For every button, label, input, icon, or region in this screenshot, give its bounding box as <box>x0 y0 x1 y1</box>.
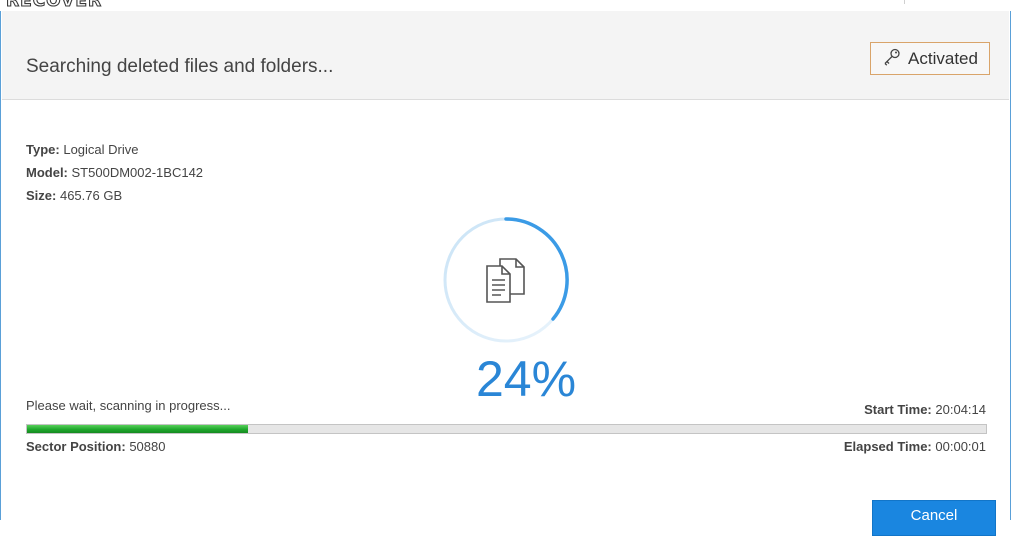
scan-progress-fill <box>27 425 248 433</box>
activated-button[interactable]: Activated <box>870 42 990 75</box>
scan-percent: 24% <box>475 351 577 407</box>
drive-model-value: ST500DM002-1BC142 <box>71 165 204 180</box>
elapsed-time: Elapsed Time: 00:00:01 <box>844 439 986 454</box>
drive-type-label: Type: <box>26 142 60 157</box>
drive-type: Type: Logical Drive <box>26 142 139 157</box>
key-icon <box>882 47 902 71</box>
start-time: Start Time: 20:04:14 <box>864 402 986 417</box>
header: Searching deleted files and folders... A… <box>2 11 1009 100</box>
sector-position-label: Sector Position: <box>26 439 126 454</box>
document-icon <box>486 258 525 303</box>
sector-position-value: 50880 <box>129 439 166 454</box>
title-bar: RECOVER <box>0 0 1013 11</box>
scan-spinner <box>440 214 572 346</box>
scan-progress-bar <box>26 424 987 434</box>
drive-size: Size: 465.76 GB <box>26 188 122 203</box>
start-time-label: Start Time: <box>864 402 932 417</box>
drive-size-label: Size: <box>26 188 57 203</box>
drive-model-label: Model: <box>26 165 68 180</box>
sector-position: Sector Position: 50880 <box>26 439 165 454</box>
drive-type-value: Logical Drive <box>63 142 139 157</box>
title-bar-separator <box>904 0 905 4</box>
elapsed-time-label: Elapsed Time: <box>843 439 932 454</box>
activated-label: Activated <box>908 48 978 68</box>
elapsed-time-value: 00:00:01 <box>935 439 986 454</box>
drive-size-value: 465.76 GB <box>59 188 123 203</box>
scan-status-text: Please wait, scanning in progress... <box>26 398 231 413</box>
cancel-button[interactable]: Cancel <box>872 500 996 536</box>
start-time-value: 20:04:14 <box>935 402 986 417</box>
drive-model: Model: ST500DM002-1BC142 <box>26 165 203 180</box>
app-logo: RECOVER <box>5 0 103 11</box>
page-title: Searching deleted files and folders... <box>26 56 334 77</box>
